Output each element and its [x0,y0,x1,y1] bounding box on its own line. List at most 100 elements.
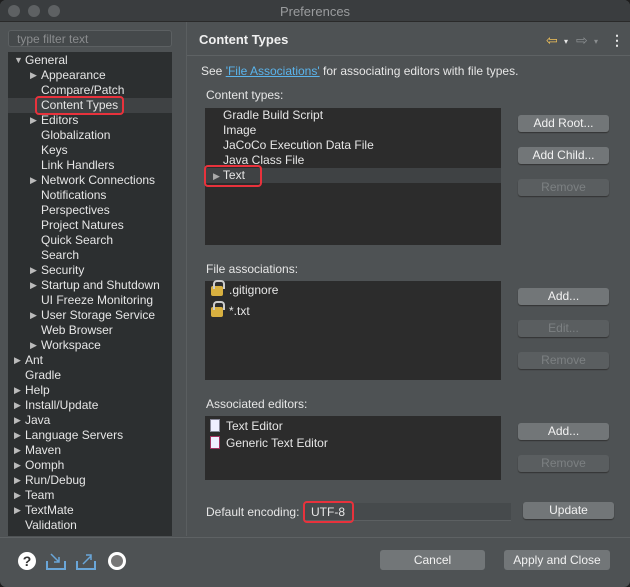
tree-item[interactable]: ▼ General [8,53,172,68]
generic-editor-icon [210,436,220,449]
expand-arrow-icon[interactable]: ▶ [30,68,37,83]
tree-item[interactable]: ▶ Java [8,413,172,428]
tree-item-label: Maven [25,443,62,457]
expand-arrow-icon[interactable]: ▶ [30,308,37,323]
expand-arrow-icon[interactable]: ▶ [30,113,37,128]
tree-item[interactable]: ▶ Ant [8,353,172,368]
tree-item[interactable]: ▶ Install/Update [8,398,172,413]
tree-item-label: Project Natures [41,218,124,232]
tree-item[interactable]: Gradle [8,368,172,383]
update-button[interactable]: Update [523,502,614,519]
tree-item[interactable]: ▶ TextMate [8,503,172,518]
more-menu-icon[interactable]: ⋮ [610,32,624,49]
collapse-arrow-icon[interactable]: ▼ [14,53,23,68]
tree-item-label: Perspectives [41,203,110,217]
tree-item[interactable]: Globalization [8,128,172,143]
editor-item[interactable]: Text Editor [205,417,501,434]
file-associations-link[interactable]: 'File Associations' [226,64,320,78]
expand-arrow-icon[interactable]: ▶ [30,263,37,278]
content-type-item[interactable]: JaCoCo Execution Data File [205,138,501,153]
preferences-tree: ▼ General ▶ Appearance Compare/Patch Content … [8,52,172,536]
remove-editor-button[interactable]: Remove [518,455,609,472]
add-root-button[interactable]: Add Root... [518,115,609,132]
tree-item[interactable]: ▶ Appearance [8,68,172,83]
expand-arrow-icon[interactable]: ▶ [14,488,21,503]
forward-arrow-icon[interactable]: ⇨ [576,32,588,49]
tree-item-label: Startup and Shutdown [41,278,160,292]
tree-item[interactable]: ▶ Oomph [8,458,172,473]
content-type-item[interactable]: Image [205,123,501,138]
file-association-item[interactable]: .gitignore [205,280,501,303]
expand-arrow-icon[interactable]: ▶ [30,338,37,353]
add-editor-button[interactable]: Add... [518,423,609,440]
expand-arrow-icon[interactable]: ▶ [14,398,21,413]
associated-editors-label: Associated editors: [206,397,308,411]
import-icon[interactable] [45,551,67,571]
tree-item[interactable]: ▶ User Storage Service [8,308,172,323]
expand-arrow-icon[interactable]: ▶ [14,458,21,473]
expand-arrow-icon[interactable]: ▶ [14,503,21,518]
tree-item[interactable]: Validation [8,518,172,533]
forward-dropdown-icon[interactable]: ▾ [594,37,598,46]
file-associations-list[interactable]: .gitignore *.txt [205,280,501,380]
tree-item[interactable]: ▶ Startup and Shutdown [8,278,172,293]
back-arrow-icon[interactable]: ⇦ [546,32,558,49]
expand-arrow-icon[interactable]: ▶ [30,278,37,293]
tree-item[interactable]: ▶ Help [8,383,172,398]
expand-arrow-icon[interactable]: ▶ [14,443,21,458]
add-file-association-button[interactable]: Add... [518,288,609,305]
tree-item-label: Java [25,413,51,427]
file-associations-hint: See 'File Associations' for associating … [201,64,518,78]
help-icon[interactable]: ? [17,551,37,571]
tree-item[interactable]: Search [8,248,172,263]
lock-icon [211,280,225,296]
filter-input[interactable] [8,30,172,47]
associated-editors-list[interactable]: Text Editor Generic Text Editor [205,416,501,480]
tree-item[interactable]: Project Natures [8,218,172,233]
tree-item[interactable]: ▶ Language Servers [8,428,172,443]
tree-item[interactable]: Web Browser [8,323,172,338]
edit-file-association-button[interactable]: Edit... [518,320,609,337]
tree-item[interactable]: ▶ Maven [8,443,172,458]
tree-item-label: Workspace [41,338,101,352]
expand-arrow-icon[interactable]: ▶ [14,473,21,488]
tree-item[interactable]: ▶ Workspace [8,338,172,353]
tree-item[interactable]: Perspectives [8,203,172,218]
tree-item[interactable]: Link Handlers [8,158,172,173]
highlight-content-types [35,96,124,115]
tree-item[interactable]: ▶ Network Connections [8,173,172,188]
content-type-item[interactable]: Gradle Build Script [205,108,501,123]
tree-item[interactable]: ▶ Run/Debug [8,473,172,488]
back-dropdown-icon[interactable]: ▾ [564,37,568,46]
tree-item[interactable]: UI Freeze Monitoring [8,293,172,308]
cancel-button[interactable]: Cancel [380,550,485,570]
remove-content-type-button[interactable]: Remove [518,179,609,196]
tree-item[interactable]: ▶ Team [8,488,172,503]
tree-item-label: TextMate [25,503,74,517]
expand-arrow-icon[interactable]: ▶ [14,353,21,368]
tree-item-label: Security [41,263,85,277]
file-association-item[interactable]: *.txt [205,301,501,324]
tree-item[interactable]: Quick Search [8,233,172,248]
title-bar: Preferences [0,0,630,22]
export-icon[interactable] [75,551,97,571]
apply-and-close-button[interactable]: Apply and Close [504,550,610,570]
tree-item[interactable]: Notifications [8,188,172,203]
tree-item[interactable]: ▶ Editors [8,113,172,128]
record-icon[interactable] [107,551,127,571]
tree-item-label: Language Servers [25,428,124,442]
expand-arrow-icon[interactable]: ▶ [30,173,37,188]
tree-item[interactable]: ▶ Security [8,263,172,278]
expand-arrow-icon[interactable]: ▶ [14,428,21,443]
pane-divider[interactable] [186,22,187,536]
window-title: Preferences [279,4,351,19]
expand-arrow-icon[interactable]: ▶ [14,413,21,428]
tree-item[interactable]: Keys [8,143,172,158]
expand-arrow-icon[interactable]: ▶ [14,383,21,398]
editor-item[interactable]: Generic Text Editor [205,434,501,451]
add-child-button[interactable]: Add Child... [518,147,609,164]
tree-item-label: Team [25,488,55,502]
tree-item-label: User Storage Service [41,308,156,322]
remove-file-association-button[interactable]: Remove [518,352,609,369]
highlight-encoding [303,501,354,523]
